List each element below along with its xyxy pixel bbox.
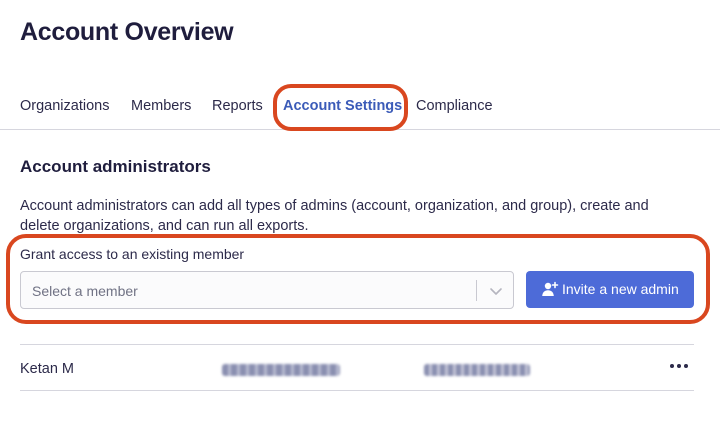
member-select-placeholder: Select a member xyxy=(32,283,138,299)
tab-members[interactable]: Members xyxy=(131,98,191,114)
redacted-date xyxy=(424,364,530,376)
invite-admin-button[interactable]: Invite a new admin xyxy=(526,271,694,308)
member-select[interactable]: Select a member xyxy=(20,271,514,309)
tab-highlight-annotation xyxy=(273,84,408,131)
add-user-icon xyxy=(542,281,559,296)
tab-organizations[interactable]: Organizations xyxy=(20,98,109,114)
invite-admin-label: Invite a new admin xyxy=(562,281,679,297)
tab-reports[interactable]: Reports xyxy=(212,98,263,114)
table-divider xyxy=(20,390,694,391)
section-description: Account administrators can add all types… xyxy=(20,198,649,234)
section-title: Account administrators xyxy=(20,157,211,176)
table-divider xyxy=(20,344,694,345)
chevron-down-icon[interactable] xyxy=(486,281,506,301)
more-options-icon[interactable] xyxy=(670,360,692,372)
page-title: Account Overview xyxy=(20,18,234,46)
tab-compliance[interactable]: Compliance xyxy=(416,98,493,114)
admin-name: Ketan M xyxy=(20,361,74,377)
redacted-email xyxy=(222,364,340,376)
grant-access-label: Grant access to an existing member xyxy=(20,246,245,262)
select-divider xyxy=(476,280,477,301)
